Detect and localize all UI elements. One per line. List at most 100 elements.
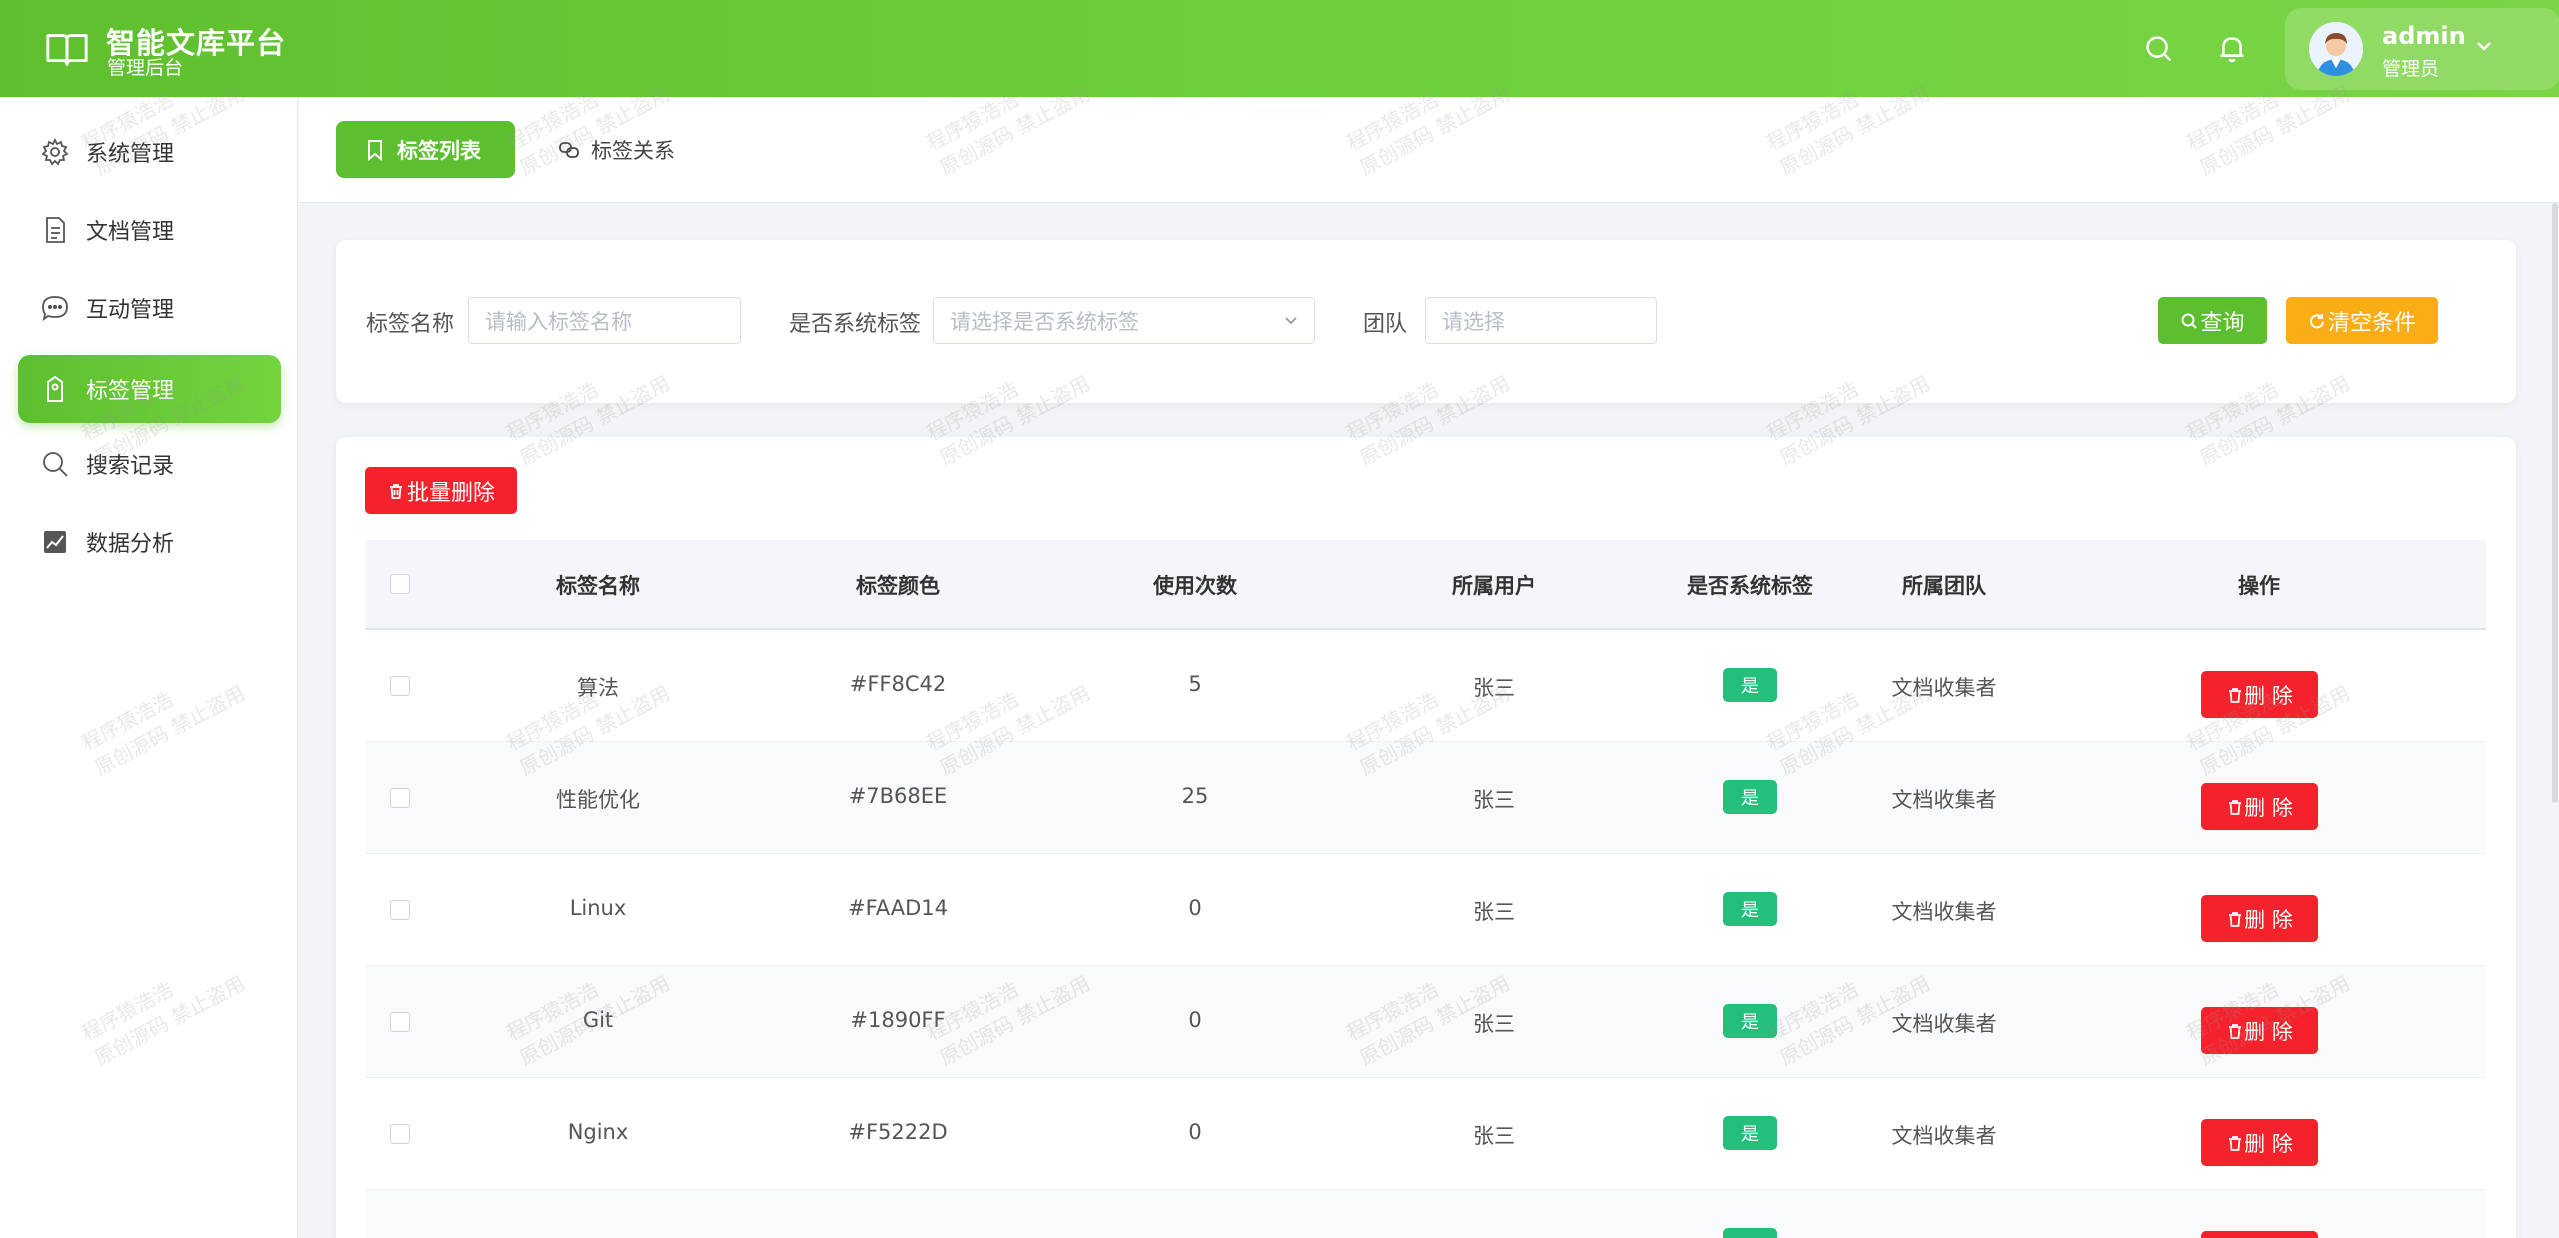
col-owner: 所属用户 [1452,574,1536,598]
gear-icon [41,137,69,166]
cell-owner: 张三 [1473,900,1515,924]
scrollbar[interactable] [2552,203,2558,803]
avatar [2309,22,2363,76]
trash-icon [2229,1023,2242,1039]
col-is-system: 是否系统标签 [1687,574,1813,598]
cell-tag-name: 算法 [577,676,619,700]
cell-usage-count: 0 [1188,1120,1202,1144]
system-badge: 是 [1723,1116,1777,1150]
sidebar-item-interaction[interactable]: 互动管理 [18,274,281,342]
cell-tag-color: #1890FF [850,1008,946,1032]
trash-icon [2229,799,2242,815]
delete-button[interactable] [2201,1231,2318,1238]
row-checkbox[interactable] [390,1012,410,1032]
table-row: 性能优化 #7B68EE 25 张三 是 文档收集者 删 除 [365,742,2486,854]
row-checkbox[interactable] [390,788,410,808]
user-role: 管理员 [2382,58,2440,80]
select-all-checkbox[interactable] [390,574,410,594]
trash-icon [2229,687,2242,703]
delete-button[interactable]: 删 除 [2201,1119,2318,1166]
delete-label: 删 除 [2244,795,2293,820]
row-checkbox[interactable] [390,1124,410,1144]
system-badge: 是 [1723,668,1777,702]
cell-owner: 张三 [1473,1124,1515,1148]
table-row: Linux #FAAD14 0 张三 是 文档收集者 删 除 [365,854,2486,966]
cell-team: 文档收集者 [1891,676,1997,700]
table-row: Nginx #F5222D 0 张三 是 文档收集者 删 除 [365,1078,2486,1190]
chart-icon [44,531,66,553]
tab-tag-list[interactable]: 标签列表 [336,121,515,178]
col-team: 所属团队 [1902,574,1986,598]
cell-team: 文档收集者 [1891,1012,1997,1036]
delete-button[interactable]: 删 除 [2201,1007,2318,1054]
query-button-label: 查询 [2200,310,2245,336]
system-tag-label: 是否系统标签 [789,312,922,337]
table-header: 标签名称 标签颜色 使用次数 所属用户 是否系统标签 所属团队 操作 [365,540,2486,630]
sidebar-item-analytics[interactable]: 数据分析 [18,508,281,576]
trash-icon [389,483,402,499]
delete-button[interactable]: 删 除 [2201,895,2318,942]
cell-team: 文档收集者 [1891,900,1997,924]
cell-team: 文档收集者 [1891,1124,1997,1148]
delete-label: 删 除 [2244,683,2293,708]
sidebar-item-search-log[interactable]: 搜索记录 [18,430,281,498]
table-row [365,1190,2486,1238]
batch-delete-button[interactable]: 批量删除 [365,467,517,514]
cell-tag-color: #FAAD14 [848,896,948,920]
cell-tag-color: #F5222D [848,1120,948,1144]
col-actions: 操作 [2238,574,2280,598]
team-select[interactable]: 请选择 [1425,297,1657,344]
filter-panel: 标签名称 请输入标签名称 是否系统标签 请选择是否系统标签 团队 请选择 查询 … [336,240,2516,403]
tab-label: 标签关系 [591,138,675,163]
sidebar: 系统管理 文档管理 互动管理 标签管理 搜索记录 数据分析 [0,97,298,1238]
refresh-icon [2310,313,2324,328]
system-tag-select[interactable]: 请选择是否系统标签 [933,297,1315,344]
delete-label: 删 除 [2244,907,2293,932]
tag-name-label: 标签名称 [366,312,455,337]
link-icon [559,141,579,158]
sidebar-item-label: 系统管理 [86,142,175,167]
sidebar-item-documents[interactable]: 文档管理 [18,196,281,264]
tag-icon [47,375,63,402]
clear-button-label: 清空条件 [2327,310,2416,336]
cell-team: 文档收集者 [1891,788,1997,812]
team-label: 团队 [1363,312,1408,337]
cell-tag-name: Nginx [567,1120,629,1144]
book-icon [46,34,88,66]
sidebar-item-label: 标签管理 [86,379,175,404]
search-icon [43,452,68,477]
app-subtitle: 管理后台 [107,57,184,79]
cell-tag-name: Git [582,1008,614,1032]
sidebar-item-tags[interactable]: 标签管理 [18,355,281,423]
sidebar-item-system[interactable]: 系统管理 [18,118,281,186]
row-checkbox[interactable] [390,900,410,920]
col-tag-color: 标签颜色 [856,574,940,598]
delete-button[interactable]: 删 除 [2201,783,2318,830]
sidebar-item-label: 文档管理 [86,220,175,245]
delete-label: 删 除 [2244,1019,2293,1044]
user-menu[interactable]: admin 管理员 [2285,8,2559,90]
main-content: 标签列表 标签关系 标签名称 请输入标签名称 是否系统标签 请选择是否系统标签 … [299,97,2559,1238]
batch-delete-label: 批量删除 [406,480,495,506]
sidebar-item-label: 互动管理 [86,298,175,323]
bell-icon[interactable] [2213,30,2251,68]
table-panel: 批量删除 标签名称 标签颜色 使用次数 所属用户 是否系统标签 所属团队 操作 … [336,437,2516,1238]
tag-name-input[interactable]: 请输入标签名称 [468,297,741,344]
clear-button[interactable]: 清空条件 [2286,297,2438,344]
system-badge: 是 [1723,892,1777,926]
system-badge: 是 [1723,1004,1777,1038]
trash-icon [2229,1135,2242,1151]
trash-icon [2229,911,2242,927]
top-header: 智能文库平台 管理后台 admin 管理员 [0,0,2559,97]
search-icon [2181,313,2198,329]
tab-tag-relation[interactable]: 标签关系 [551,121,701,178]
chevron-down-icon [2477,42,2491,51]
search-icon[interactable] [2140,30,2178,68]
team-placeholder: 请选择 [1442,309,1505,334]
row-checkbox[interactable] [390,676,410,696]
chat-icon [42,296,68,322]
cell-tag-name: Linux [569,896,627,920]
query-button[interactable]: 查询 [2158,297,2267,344]
delete-button[interactable]: 删 除 [2201,671,2318,718]
cell-tag-color: #FF8C42 [849,672,947,696]
